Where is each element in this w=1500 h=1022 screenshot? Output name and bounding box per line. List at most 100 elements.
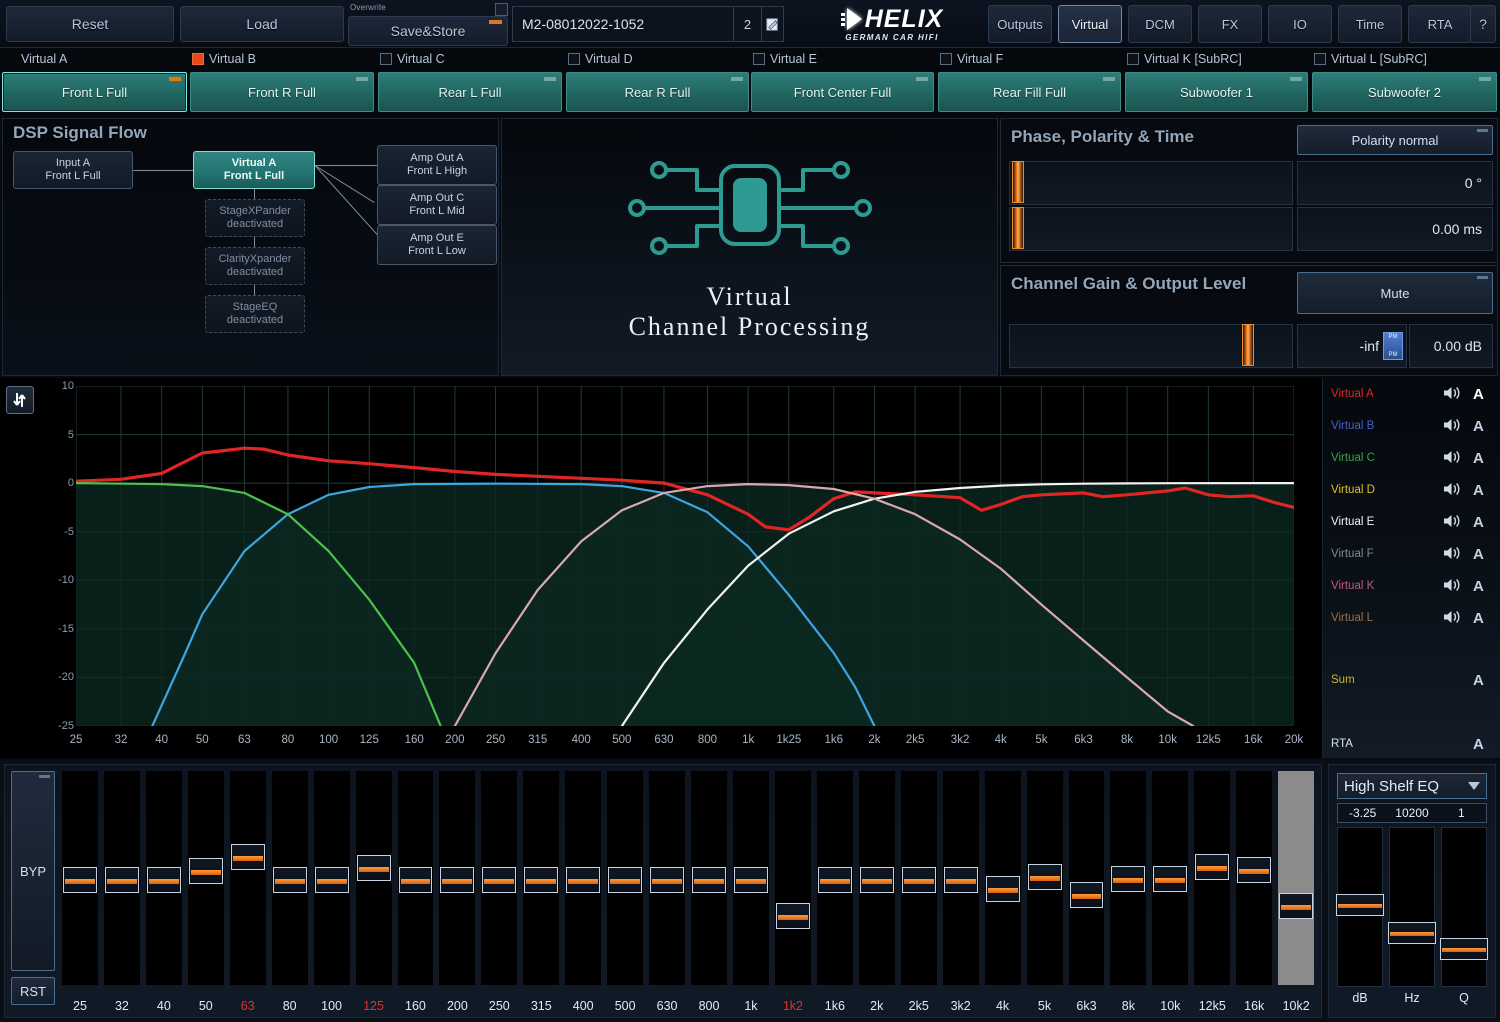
- eq-band-track[interactable]: [942, 771, 979, 985]
- graph-scale-toggle-button[interactable]: [6, 386, 34, 414]
- legend-row-sum[interactable]: Sum A: [1323, 664, 1500, 696]
- overwrite-checkbox[interactable]: [495, 3, 508, 16]
- virtual-channel-button[interactable]: Rear L Full: [378, 72, 562, 112]
- eq-band-handle[interactable]: [775, 903, 810, 929]
- eq-band-630[interactable]: 630: [646, 769, 688, 1015]
- eq-band-1k[interactable]: 1k: [730, 769, 772, 1015]
- virtual-channel-checkbox[interactable]: [568, 53, 580, 65]
- eq-band-8k[interactable]: 8k: [1107, 769, 1149, 1015]
- virtual-channel-button[interactable]: Front L Full: [2, 72, 187, 112]
- virtual-channel-checkbox[interactable]: [380, 53, 392, 65]
- shelf-q-value[interactable]: 1: [1437, 804, 1486, 822]
- eq-band-handle[interactable]: [1153, 866, 1188, 893]
- node-stageeq[interactable]: StageEQ deactivated: [205, 295, 305, 333]
- eq-band-50[interactable]: 50: [185, 769, 227, 1015]
- legend-row-virtual-l[interactable]: Virtual L A: [1323, 602, 1500, 634]
- eq-band-40[interactable]: 40: [143, 769, 185, 1015]
- eq-band-6k3[interactable]: 6k3: [1066, 769, 1108, 1015]
- eq-band-1k2[interactable]: 1k2: [772, 769, 814, 1015]
- node-input-a[interactable]: Input A Front L Full: [13, 151, 133, 189]
- eq-band-125[interactable]: 125: [353, 769, 395, 1015]
- nav-virtual[interactable]: Virtual: [1058, 5, 1122, 43]
- legend-row-virtual-a[interactable]: Virtual A A: [1323, 378, 1500, 410]
- eq-band-63[interactable]: 63: [227, 769, 269, 1015]
- virtual-channel-checkbox[interactable]: [1127, 53, 1139, 65]
- speaker-icon[interactable]: [1443, 609, 1461, 627]
- eq-band-track[interactable]: [523, 771, 560, 985]
- eq-band-handle[interactable]: [734, 867, 768, 893]
- eq-band-track[interactable]: [481, 771, 518, 985]
- eq-band-track[interactable]: [355, 771, 392, 985]
- speaker-icon[interactable]: [1443, 545, 1461, 563]
- virtual-channel-button[interactable]: Front Center Full: [751, 72, 934, 112]
- nav-fx[interactable]: FX: [1198, 5, 1262, 43]
- eq-band-handle[interactable]: [985, 875, 1020, 902]
- eq-bypass-button[interactable]: BYP: [11, 771, 55, 971]
- output-level-value[interactable]: -inf dB PM PM: [1297, 324, 1407, 368]
- eq-band-track[interactable]: [984, 771, 1021, 985]
- eq-band-32[interactable]: 32: [101, 769, 143, 1015]
- eq-band-track[interactable]: [103, 771, 140, 985]
- eq-band-5k[interactable]: 5k: [1024, 769, 1066, 1015]
- preset-name-field[interactable]: M2-08012022-1052: [512, 6, 734, 42]
- time-slider[interactable]: [1009, 207, 1293, 251]
- nav-outputs[interactable]: Outputs: [988, 5, 1052, 43]
- node-amp-out-a[interactable]: Amp Out A Front L High: [377, 145, 497, 185]
- eq-band-track[interactable]: [1026, 771, 1063, 985]
- node-amp-out-e[interactable]: Amp Out E Front L Low: [377, 225, 497, 265]
- eq-band-track[interactable]: [1278, 771, 1315, 985]
- eq-band-16k[interactable]: 16k: [1233, 769, 1275, 1015]
- phase-slider[interactable]: [1009, 161, 1293, 205]
- eq-band-track[interactable]: [858, 771, 895, 985]
- eq-band-track[interactable]: [1110, 771, 1147, 985]
- eq-band-handle[interactable]: [1279, 892, 1314, 919]
- shelf-hz-value[interactable]: 10200: [1387, 804, 1436, 822]
- eq-band-track[interactable]: [62, 771, 98, 985]
- shelf-hz-slider[interactable]: [1388, 827, 1436, 987]
- eq-band-handle[interactable]: [817, 867, 852, 893]
- eq-band-track[interactable]: [1194, 771, 1231, 985]
- speaker-icon[interactable]: [1443, 513, 1461, 531]
- speaker-icon[interactable]: [1443, 481, 1461, 499]
- speaker-icon[interactable]: [1443, 449, 1461, 467]
- eq-band-track[interactable]: [145, 771, 182, 985]
- eq-band-handle[interactable]: [63, 867, 97, 893]
- nav-time[interactable]: Time: [1338, 5, 1402, 43]
- preset-edit-button[interactable]: [762, 6, 784, 42]
- virtual-channel-checkbox[interactable]: [192, 53, 204, 65]
- shelf-db-handle[interactable]: [1336, 894, 1384, 917]
- eq-band-track[interactable]: [733, 771, 769, 985]
- legend-row-rta[interactable]: RTA A: [1323, 728, 1500, 760]
- node-amp-out-c[interactable]: Amp Out C Front L Mid: [377, 185, 497, 225]
- preset-number-field[interactable]: 2: [734, 6, 762, 42]
- eq-band-track[interactable]: [816, 771, 853, 985]
- eq-band-handle[interactable]: [1069, 881, 1104, 908]
- nav-dcm[interactable]: DCM: [1128, 5, 1192, 43]
- phase-value[interactable]: 0 °: [1297, 161, 1493, 205]
- eq-band-handle[interactable]: [440, 867, 475, 893]
- eq-band-track[interactable]: [187, 771, 224, 985]
- legend-auto-button[interactable]: A: [1473, 514, 1484, 531]
- eq-band-track[interactable]: [439, 771, 476, 985]
- gain-slider[interactable]: [1009, 324, 1293, 368]
- eq-band-handle[interactable]: [1195, 853, 1230, 880]
- speaker-icon[interactable]: [1443, 417, 1461, 435]
- eq-band-2k5[interactable]: 2k5: [898, 769, 940, 1015]
- time-value[interactable]: 0.00 ms: [1297, 207, 1493, 251]
- virtual-channel-button[interactable]: Subwoofer 1: [1125, 72, 1308, 112]
- eq-band-handle[interactable]: [692, 867, 726, 893]
- eq-band-handle[interactable]: [524, 867, 559, 893]
- eq-band-1k6[interactable]: 1k6: [814, 769, 856, 1015]
- eq-band-handle[interactable]: [314, 867, 349, 893]
- speaker-icon[interactable]: [1443, 385, 1461, 403]
- eq-band-handle[interactable]: [1111, 866, 1146, 893]
- shelf-db-slider[interactable]: [1336, 827, 1384, 987]
- help-button[interactable]: ?: [1470, 5, 1496, 43]
- nav-io[interactable]: IO: [1268, 5, 1332, 43]
- node-stagexpander[interactable]: StageXPander deactivated: [205, 199, 305, 237]
- eq-band-2k[interactable]: 2k: [856, 769, 898, 1015]
- eq-band-80[interactable]: 80: [269, 769, 311, 1015]
- legend-auto-button[interactable]: A: [1473, 672, 1484, 689]
- plot-area[interactable]: [76, 386, 1294, 726]
- eq-band-160[interactable]: 160: [395, 769, 437, 1015]
